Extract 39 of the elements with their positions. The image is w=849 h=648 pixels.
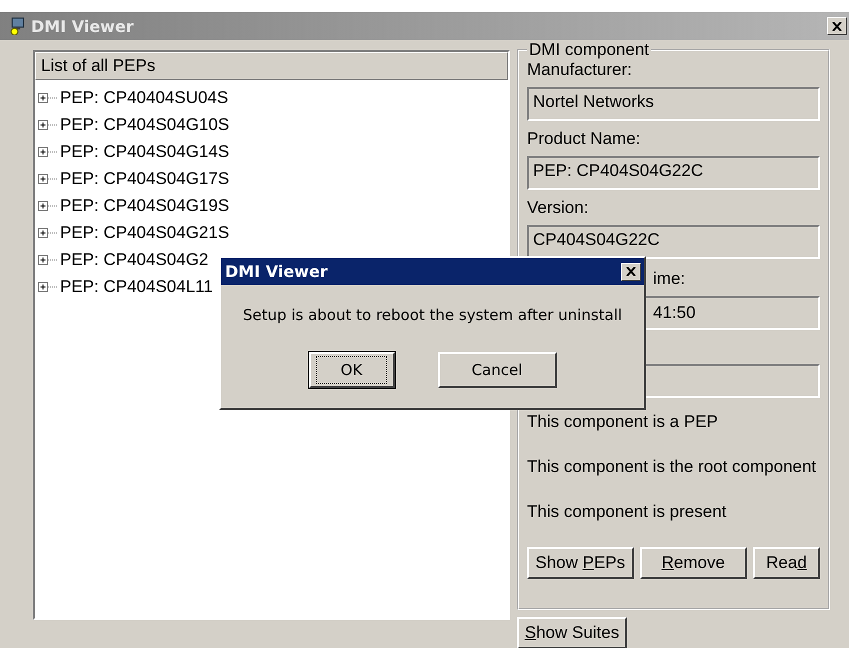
tree-item[interactable]: PEP: CP404S04L11 (60, 276, 213, 296)
dialog-button[interactable]: OK (308, 352, 394, 388)
expand-icon[interactable] (38, 200, 60, 212)
group-title: DMI component (528, 40, 650, 60)
status-text: This component is present (527, 502, 726, 522)
tree-item[interactable]: PEP: CP404S04G14S (60, 142, 230, 162)
expand-icon[interactable] (38, 172, 60, 184)
expand-icon[interactable] (38, 92, 60, 104)
status-text: This component is the root component (527, 457, 816, 477)
field-label: ime: (653, 269, 686, 289)
field-label: Version: (527, 198, 590, 218)
field-label: Product Name: (527, 129, 642, 149)
show-suites-button[interactable]: Show Suites (517, 617, 627, 648)
input-field[interactable]: PEP: CP404S04G22C (527, 156, 820, 190)
close-icon (626, 267, 636, 276)
close-button[interactable] (621, 262, 641, 280)
field-label: Manufacturer: (527, 60, 633, 80)
tree-item[interactable]: PEP: CP404S04G19S (60, 196, 230, 216)
tree-item[interactable]: PEP: CP404S04G2 (60, 250, 208, 270)
tree-item[interactable]: PEP: CP404S04G17S (60, 168, 230, 188)
action-button[interactable]: Remove (640, 547, 747, 579)
action-button[interactable]: Read (752, 547, 820, 579)
close-button[interactable] (827, 17, 847, 35)
tree-item[interactable]: PEP: CP404S04G10S (60, 114, 230, 134)
window-title: DMI Viewer (31, 16, 135, 36)
expand-icon[interactable] (38, 254, 60, 266)
expand-icon[interactable] (38, 118, 60, 130)
tree-item[interactable]: PEP: CP40404SU04S (60, 88, 228, 108)
expand-icon[interactable] (38, 146, 60, 158)
action-button[interactable]: Show PEPs (527, 547, 634, 579)
dialog-button[interactable]: Cancel (438, 352, 556, 388)
dialog-title: DMI Viewer (225, 262, 329, 281)
input-field[interactable]: Nortel Networks (527, 87, 820, 121)
tree-item[interactable]: PEP: CP404S04G21S (60, 222, 230, 242)
expand-icon[interactable] (38, 280, 60, 292)
column-header[interactable]: List of all PEPs (35, 52, 508, 80)
expand-icon[interactable] (38, 226, 60, 238)
close-icon (832, 22, 842, 30)
status-text: This component is a PEP (527, 412, 718, 432)
